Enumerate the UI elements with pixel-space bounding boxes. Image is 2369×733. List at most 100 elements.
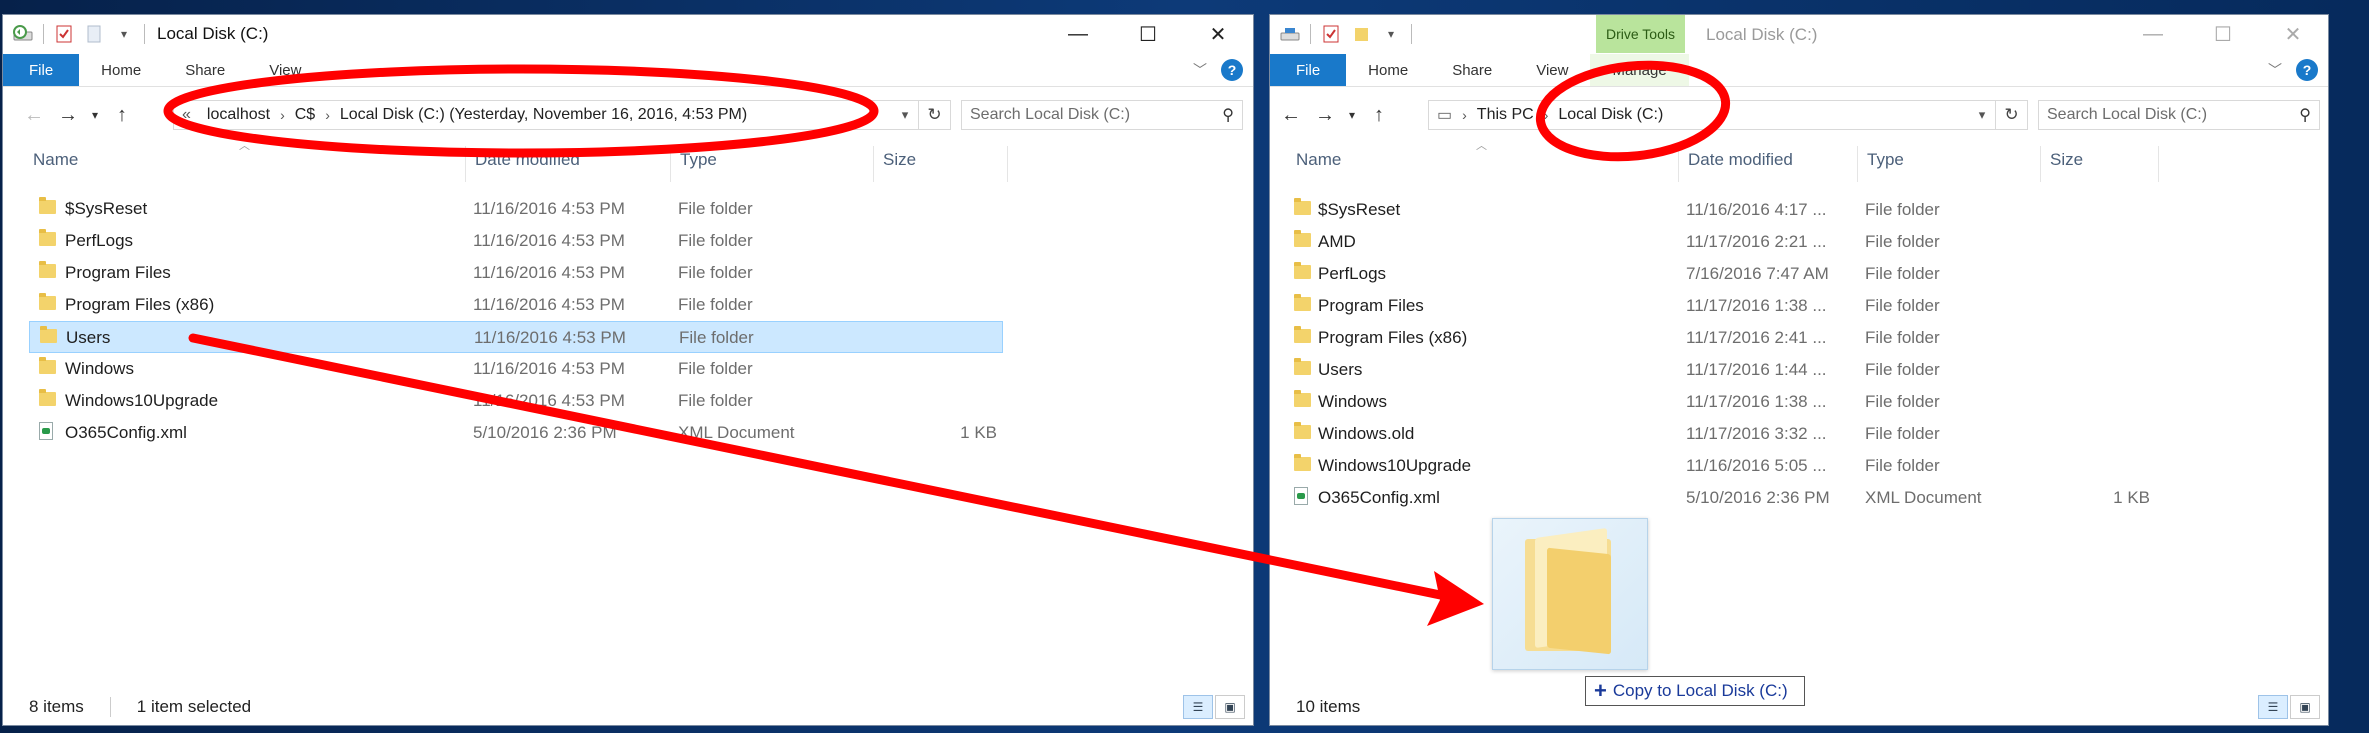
column-header-date-modified[interactable]: Date modified <box>475 150 580 178</box>
file-row[interactable]: Users 11/16/2016 4:53 PM File folder <box>29 321 1003 353</box>
breadcrumb-chevron-icon[interactable]: › <box>1542 107 1551 123</box>
file-row[interactable]: O365Config.xml 5/10/2016 2:36 PM XML Docum… <box>1288 482 2154 514</box>
column-divider[interactable] <box>670 146 671 182</box>
address-bar[interactable]: « localhost › C$ › Local Disk (C:) (Yest… <box>173 100 951 130</box>
help-icon[interactable]: ? <box>2296 59 2318 81</box>
back-arrow-icon[interactable]: ← <box>1274 98 1308 132</box>
large-icons-view-icon[interactable]: ▣ <box>1215 695 1245 719</box>
address-history-dropdown-icon[interactable]: ▾ <box>1971 101 1993 129</box>
properties-icon[interactable] <box>1319 22 1343 46</box>
file-row[interactable]: Windows10Upgrade 11/16/2016 5:05 ... File … <box>1288 450 2154 482</box>
breadcrumb-chevron-icon[interactable]: › <box>1460 107 1469 123</box>
file-row[interactable]: Windows.old 11/17/2016 3:32 ... File folde… <box>1288 418 2154 450</box>
minimize-button[interactable]: — <box>1043 15 1113 53</box>
details-view-icon[interactable]: ☰ <box>1183 695 1213 719</box>
file-row[interactable]: Windows 11/16/2016 4:53 PM File folder <box>29 353 1003 385</box>
column-header-size[interactable]: Size <box>883 150 916 178</box>
expand-ribbon-chevron-icon[interactable]: ﹀ <box>1193 60 1207 80</box>
column-header-type[interactable]: Type <box>680 150 717 178</box>
minimize-button[interactable]: — <box>2118 15 2188 53</box>
file-row[interactable]: Program Files 11/16/2016 4:53 PM File fold… <box>29 257 1003 289</box>
column-divider[interactable] <box>2040 146 2041 182</box>
file-row[interactable]: Users 11/17/2016 1:44 ... File folder <box>1288 354 2154 386</box>
details-view-icon[interactable]: ☰ <box>2258 695 2288 719</box>
customize-toolbar-chevron-icon[interactable]: ▾ <box>1379 22 1403 46</box>
title-bar[interactable]: ▾ Drive Tools Local Disk (C:) — ☐ ✕ <box>1270 15 2328 53</box>
column-divider[interactable] <box>2158 146 2159 182</box>
tab-view[interactable]: View <box>1514 54 1590 86</box>
column-header-type[interactable]: Type <box>1867 150 1904 178</box>
address-bar[interactable]: ▭ › This PC › Local Disk (C:) ▾ ↻ <box>1428 100 2028 130</box>
breadcrumb-localhost[interactable]: localhost <box>199 106 278 124</box>
file-row[interactable]: Windows 11/17/2016 1:38 ... File folder <box>1288 386 2154 418</box>
explorer-window-left[interactable]: ▾ Local Disk (C:) — ☐ ✕ File Home Share … <box>2 14 1254 726</box>
tab-file[interactable]: File <box>3 54 80 86</box>
column-header-name[interactable]: Name <box>1296 150 1341 178</box>
new-folder-icon[interactable] <box>82 22 106 46</box>
forward-arrow-icon[interactable]: → <box>1308 98 1342 132</box>
close-button[interactable]: ✕ <box>1183 15 1253 53</box>
refresh-icon[interactable]: ↻ <box>918 101 950 129</box>
file-row[interactable]: O365Config.xml 5/10/2016 2:36 PM XML Docum… <box>29 417 1003 449</box>
maximize-button[interactable]: ☐ <box>1113 15 1183 53</box>
column-header-date-modified[interactable]: Date modified <box>1688 150 1793 178</box>
column-divider[interactable] <box>1857 146 1858 182</box>
close-button[interactable]: ✕ <box>2258 15 2328 53</box>
window-controls: — ☐ ✕ <box>1043 15 1253 53</box>
properties-icon[interactable] <box>52 22 76 46</box>
breadcrumb-this-pc[interactable]: This PC <box>1469 106 1542 124</box>
file-row[interactable]: $SysReset 11/16/2016 4:17 ... File folder <box>1288 194 2154 226</box>
file-row[interactable]: $SysReset 11/16/2016 4:53 PM File folder <box>29 193 1003 225</box>
up-arrow-icon[interactable]: ↑ <box>1362 98 1396 132</box>
column-divider[interactable] <box>873 146 874 182</box>
file-row[interactable]: PerfLogs 11/16/2016 4:53 PM File folder <box>29 225 1003 257</box>
file-name: Users <box>66 328 111 347</box>
column-header-size[interactable]: Size <box>2050 150 2083 178</box>
tab-manage[interactable]: Manage <box>1590 54 1689 86</box>
expand-ribbon-chevron-icon[interactable]: ﹀ <box>2268 60 2282 80</box>
breadcrumb-chevron-icon[interactable]: › <box>323 107 332 123</box>
file-row[interactable]: Windows10Upgrade 11/16/2016 4:53 PM File f… <box>29 385 1003 417</box>
file-row[interactable]: Program Files (x86) 11/17/2016 2:41 ... Fi… <box>1288 322 2154 354</box>
tab-share[interactable]: Share <box>1430 54 1514 86</box>
column-divider[interactable] <box>1007 146 1008 182</box>
recent-locations-chevron-icon[interactable]: ▾ <box>1342 98 1362 132</box>
breadcrumb-chevron-icon[interactable]: › <box>278 107 287 123</box>
tab-share[interactable]: Share <box>163 54 247 86</box>
recent-locations-chevron-icon[interactable]: ▾ <box>85 98 105 132</box>
back-arrow-icon[interactable]: ← <box>17 98 51 132</box>
breadcrumb-local-disk-snapshot[interactable]: Local Disk (C:) (Yesterday, November 16,… <box>332 106 755 124</box>
breadcrumb-c-share[interactable]: C$ <box>287 106 323 124</box>
new-folder-icon[interactable] <box>1349 22 1373 46</box>
address-overflow-icon[interactable]: « <box>174 106 199 124</box>
column-header-name[interactable]: Name <box>33 150 78 178</box>
column-divider[interactable] <box>465 146 466 182</box>
search-icon: ⚲ <box>1222 107 1234 124</box>
search-box[interactable]: Search Local Disk (C:) ⚲ <box>2038 100 2320 130</box>
refresh-icon[interactable]: ↻ <box>1995 101 2027 129</box>
up-arrow-icon[interactable]: ↑ <box>105 98 139 132</box>
file-date: 5/10/2016 2:36 PM <box>1686 488 1830 507</box>
title-bar[interactable]: ▾ Local Disk (C:) — ☐ ✕ <box>3 15 1253 53</box>
breadcrumb-local-disk[interactable]: Local Disk (C:) <box>1550 106 1671 124</box>
explorer-window-right[interactable]: ▾ Drive Tools Local Disk (C:) — ☐ ✕ File… <box>1269 14 2329 726</box>
search-box[interactable]: Search Local Disk (C:) ⚲ <box>961 100 1243 130</box>
column-divider[interactable] <box>1678 146 1679 182</box>
file-name: Program Files <box>1318 296 1424 315</box>
ribbon-right-controls: ﹀ ? <box>1193 59 1243 81</box>
large-icons-view-icon[interactable]: ▣ <box>2290 695 2320 719</box>
file-date: 11/17/2016 1:38 ... <box>1686 392 1827 411</box>
file-row[interactable]: AMD 11/17/2016 2:21 ... File folder <box>1288 226 2154 258</box>
file-row[interactable]: Program Files 11/17/2016 1:38 ... File fol… <box>1288 290 2154 322</box>
tab-view[interactable]: View <box>247 54 323 86</box>
forward-arrow-icon[interactable]: → <box>51 98 85 132</box>
customize-toolbar-chevron-icon[interactable]: ▾ <box>112 22 136 46</box>
maximize-button[interactable]: ☐ <box>2188 15 2258 53</box>
address-history-dropdown-icon[interactable]: ▾ <box>894 101 916 129</box>
tab-file[interactable]: File <box>1270 54 1347 86</box>
tab-home[interactable]: Home <box>1346 54 1430 86</box>
file-row[interactable]: Program Files (x86) 11/16/2016 4:53 PM Fil… <box>29 289 1003 321</box>
tab-home[interactable]: Home <box>79 54 163 86</box>
file-row[interactable]: PerfLogs 7/16/2016 7:47 AM File folder <box>1288 258 2154 290</box>
help-icon[interactable]: ? <box>1221 59 1243 81</box>
